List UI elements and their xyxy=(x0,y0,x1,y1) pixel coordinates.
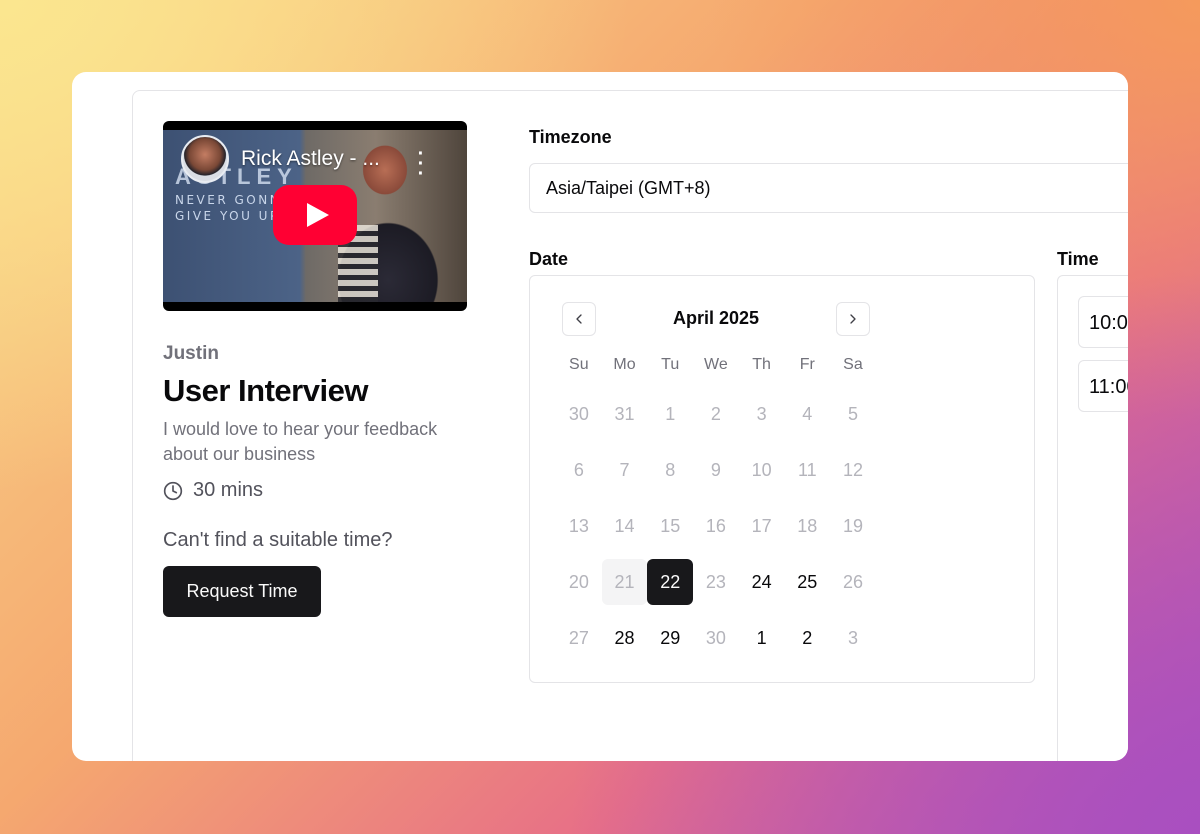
calendar-day[interactable]: 2 xyxy=(784,615,830,661)
weekday-we: We xyxy=(704,356,728,373)
weekday-tu: Tu xyxy=(661,356,680,373)
calendar-day: 9 xyxy=(710,460,721,480)
calendar-week: 6 7 8 9 10 11 12 xyxy=(556,442,876,498)
event-description: I would love to hear your feedback about… xyxy=(163,419,438,464)
calendar-day: 26 xyxy=(842,572,863,592)
timezone-label: Timezone xyxy=(529,127,612,147)
calendar-day: 2 xyxy=(710,404,721,424)
video-title[interactable]: Rick Astley - ... xyxy=(241,147,380,171)
calendar-day: 11 xyxy=(797,460,817,480)
weekday-fr: Fr xyxy=(799,356,815,373)
duration-label: 30 mins xyxy=(193,479,264,501)
calendar-day: 12 xyxy=(842,460,863,480)
calendar-day: 30 xyxy=(568,404,589,424)
weekday-sa: Sa xyxy=(843,356,863,373)
host-name: Justin xyxy=(163,343,219,364)
calendar-week: 27 28 29 30 1 2 3 xyxy=(556,610,876,666)
calendar-week: 20 21 22 23 24 25 26 xyxy=(556,554,876,610)
calendar-grid: 30 31 1 2 3 4 5 6 7 8 9 10 11 12 13 14 15 16 17 18 19 20 21 22 2… xyxy=(556,386,876,666)
request-time-button[interactable]: Request Time xyxy=(163,566,321,617)
calendar-day: 19 xyxy=(842,516,863,536)
calendar-day: 1 xyxy=(665,404,676,424)
calendar-day: 5 xyxy=(847,404,858,424)
chevron-right-icon xyxy=(850,314,856,324)
calendar-day: 15 xyxy=(660,516,681,536)
weekday-th: Th xyxy=(752,356,771,373)
channel-avatar[interactable] xyxy=(181,135,229,183)
calendar-day: 27 xyxy=(568,628,589,648)
video-embed[interactable]: ASTLEY NEVER GONNA GIVE YOU UP Rick Astl… xyxy=(163,121,467,311)
time-slot-list: 10:00 11:00 xyxy=(1057,275,1128,761)
calendar-day: 13 xyxy=(568,516,589,536)
more-vert-icon[interactable]: · · · xyxy=(411,144,431,184)
calendar-day: 31 xyxy=(614,404,635,424)
date-calendar: April 2025 Su Mo Tu We Th Fr Sa 30 31 1 2 3 4… xyxy=(529,275,1035,683)
calendar-day: 6 xyxy=(573,460,584,480)
calendar-day: 23 xyxy=(705,572,726,592)
clock-icon xyxy=(163,481,183,500)
event-title: User Interview xyxy=(163,373,368,408)
youtube-play-icon[interactable] xyxy=(273,185,357,245)
booking-panel: ASTLEY NEVER GONNA GIVE YOU UP Rick Astl… xyxy=(132,90,1128,761)
calendar-day: 10 xyxy=(751,460,772,480)
calendar-day: 8 xyxy=(665,460,676,480)
calendar-day[interactable]: 1 xyxy=(739,615,785,661)
calendar-day: 18 xyxy=(797,516,818,536)
next-month-button[interactable] xyxy=(836,302,870,336)
calendar-day: 7 xyxy=(619,460,630,480)
calendar-day: 17 xyxy=(751,516,772,536)
calendar-day[interactable]: 25 xyxy=(784,559,830,605)
timezone-select[interactable]: Asia/Taipei (GMT+8) xyxy=(529,163,1128,213)
time-label: Time xyxy=(1057,249,1099,269)
cant-find-text: Can't find a suitable time? xyxy=(163,529,393,551)
calendar-day[interactable]: 29 xyxy=(647,615,693,661)
calendar-day: 3 xyxy=(847,628,858,648)
calendar-day: 20 xyxy=(568,572,589,592)
calendar-day-selected[interactable]: 22 xyxy=(647,559,694,605)
calendar-day: 14 xyxy=(614,516,635,536)
time-slot[interactable]: 10:00 xyxy=(1078,296,1128,348)
calendar-day: 16 xyxy=(705,516,726,536)
calendar-week: 13 14 15 16 17 18 19 xyxy=(556,498,876,554)
weekday-header: Su Mo Tu We Th Fr Sa xyxy=(556,356,876,374)
calendar-day: 30 xyxy=(705,628,726,648)
calendar-day: 3 xyxy=(756,404,767,424)
date-label: Date xyxy=(529,249,569,269)
calendar-week: 30 31 1 2 3 4 5 xyxy=(556,386,876,442)
calendar-day: 4 xyxy=(802,404,813,424)
calendar-day[interactable]: 28 xyxy=(602,615,648,661)
booking-card: ASTLEY NEVER GONNA GIVE YOU UP Rick Astl… xyxy=(72,72,1128,761)
weekday-mo: Mo xyxy=(613,356,636,373)
calendar-day[interactable]: 24 xyxy=(739,559,785,605)
weekday-su: Su xyxy=(569,356,589,373)
time-slot[interactable]: 11:00 xyxy=(1078,360,1128,412)
event-duration: 30 mins xyxy=(163,479,263,502)
calendar-day: 21 xyxy=(601,559,648,605)
